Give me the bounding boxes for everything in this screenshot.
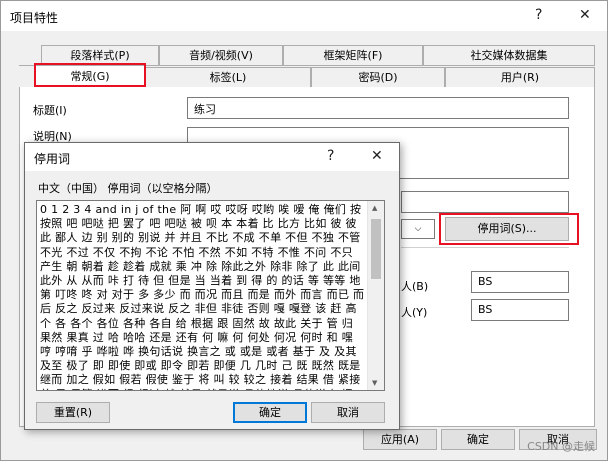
stopwords-textarea[interactable]: 0 1 2 3 4 and in j of the 阿 啊 哎 哎呀 哎哟 唉 … xyxy=(36,200,385,391)
tab-audio-video[interactable]: 音频/视频(V) xyxy=(159,45,283,65)
separator xyxy=(401,247,569,248)
title-input[interactable]: 练习 xyxy=(187,97,569,119)
dialog-title-bar: 停用词 ? ✕ xyxy=(25,143,399,171)
dialog-help-button[interactable]: ? xyxy=(327,148,334,164)
dialog-title: 停用词 xyxy=(34,152,71,166)
dialog-cancel-button[interactable]: 取消 xyxy=(311,402,385,423)
tab-password[interactable]: 密码(D) xyxy=(311,67,445,87)
label-y: 人(Y) xyxy=(401,306,428,319)
dialog-ok-button[interactable]: 确定 xyxy=(233,402,307,423)
window-title: 项目特性 xyxy=(10,11,59,25)
vertical-scrollbar[interactable]: ▲ ▼ xyxy=(367,201,384,390)
blank-field[interactable] xyxy=(401,191,569,213)
stopwords-text: 0 1 2 3 4 and in j of the 阿 啊 哎 哎呀 哎哟 唉 … xyxy=(40,203,365,390)
tab-labels[interactable]: 标签(L) xyxy=(145,67,311,87)
scroll-up-arrow-icon[interactable]: ▲ xyxy=(372,204,377,212)
dialog-header-label: 中文（中国） 停用词（以空格分隔） xyxy=(38,182,218,195)
tab-social-media-dataset[interactable]: 社交媒体数据集 xyxy=(423,45,595,65)
reset-button[interactable]: 重置(R) xyxy=(36,402,110,423)
watermark: CSDN @走候 xyxy=(527,440,595,453)
label-b: 人(B) xyxy=(401,280,429,293)
help-button[interactable]: ? xyxy=(535,7,542,23)
close-button[interactable]: ✕ xyxy=(579,7,591,23)
ok-button[interactable]: 确定 xyxy=(441,429,515,450)
input-y[interactable]: BS xyxy=(471,299,569,321)
input-b[interactable]: BS xyxy=(471,271,569,293)
tab-users[interactable]: 用户(R) xyxy=(445,67,595,87)
stopwords-dialog: 停用词 ? ✕ 中文（中国） 停用词（以空格分隔） 0 1 2 3 4 and … xyxy=(24,142,400,430)
highlight-stopwords-button xyxy=(439,213,579,245)
scroll-down-arrow-icon[interactable]: ▼ xyxy=(372,379,377,387)
title-bar: 项目特性 ? ✕ xyxy=(1,1,607,31)
scrollbar-thumb[interactable] xyxy=(371,219,381,279)
dropdown-arrow[interactable]: ⌵ xyxy=(401,219,435,239)
highlight-general-tab xyxy=(34,63,146,87)
title-label: 标题(I) xyxy=(33,104,67,117)
apply-button[interactable]: 应用(A) xyxy=(363,429,437,450)
tab-frame-matrix[interactable]: 框架矩阵(F) xyxy=(283,45,423,65)
dialog-close-button[interactable]: ✕ xyxy=(371,148,383,164)
tab-paragraph-style[interactable]: 段落样式(P) xyxy=(41,45,159,65)
